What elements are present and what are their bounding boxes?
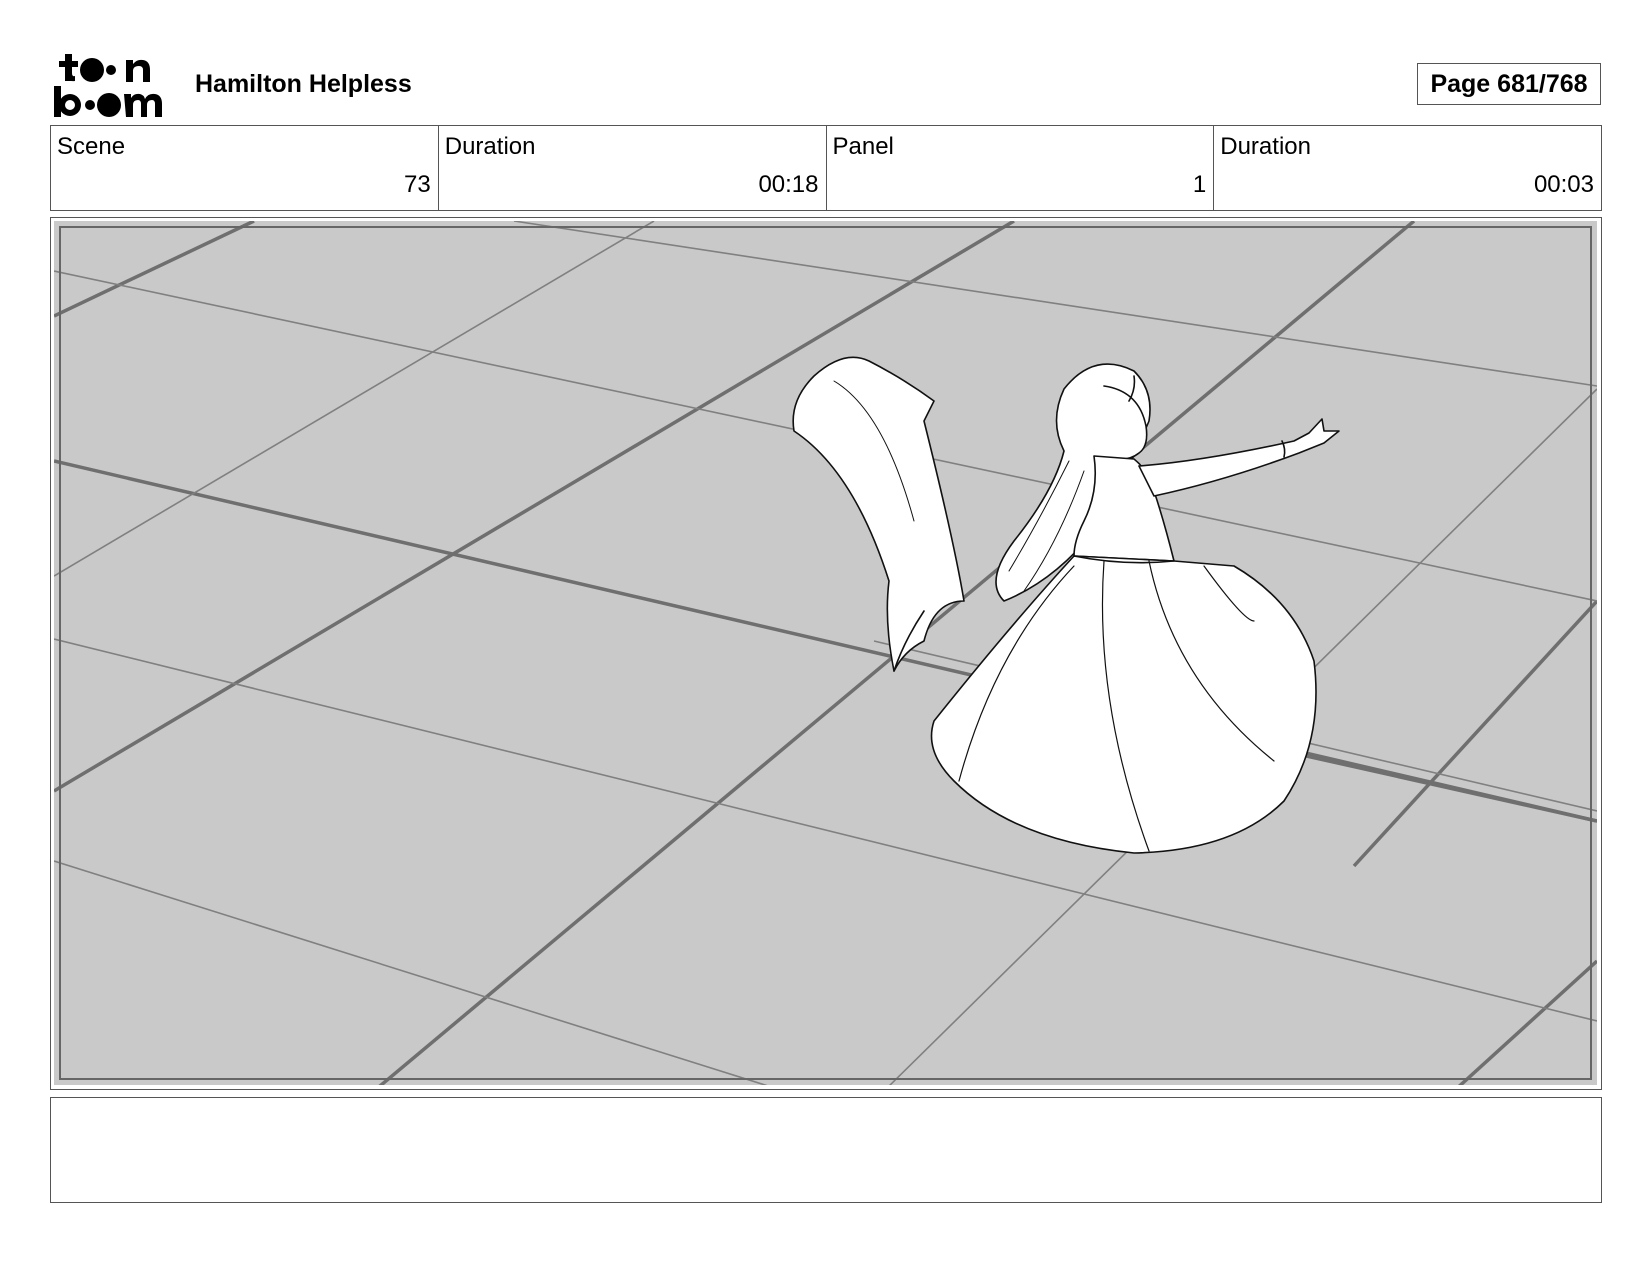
- scene-value: 73: [404, 171, 431, 198]
- scene-duration-cell: Duration 00:18: [439, 126, 827, 210]
- page-number: 681/768: [1497, 70, 1588, 98]
- panel-duration-value: 00:03: [1533, 171, 1594, 198]
- panel-cell: Panel 1: [827, 126, 1215, 210]
- document-title: Hamilton Helpless: [195, 70, 412, 98]
- panel-info-row: Scene 73 Duration 00:18 Panel 1 Duration…: [50, 125, 1602, 211]
- panel-value: 1: [1192, 171, 1207, 198]
- scene-cell: Scene 73: [51, 126, 439, 210]
- panel-drawing: [54, 221, 1597, 1085]
- scene-label: Scene: [57, 133, 126, 160]
- storyboard-panel: [50, 217, 1602, 1090]
- toonboom-logo: [54, 54, 162, 117]
- panel-duration-label: Duration: [1220, 133, 1311, 160]
- panel-label: Panel: [832, 133, 894, 160]
- scene-duration-value: 00:18: [758, 171, 819, 198]
- panel-notes: [50, 1097, 1602, 1203]
- scene-duration-label: Duration: [444, 133, 536, 160]
- page-indicator: Page 681/768: [1417, 63, 1601, 105]
- panel-duration-cell: Duration 00:03: [1214, 126, 1601, 210]
- page-label: Page: [1430, 70, 1491, 98]
